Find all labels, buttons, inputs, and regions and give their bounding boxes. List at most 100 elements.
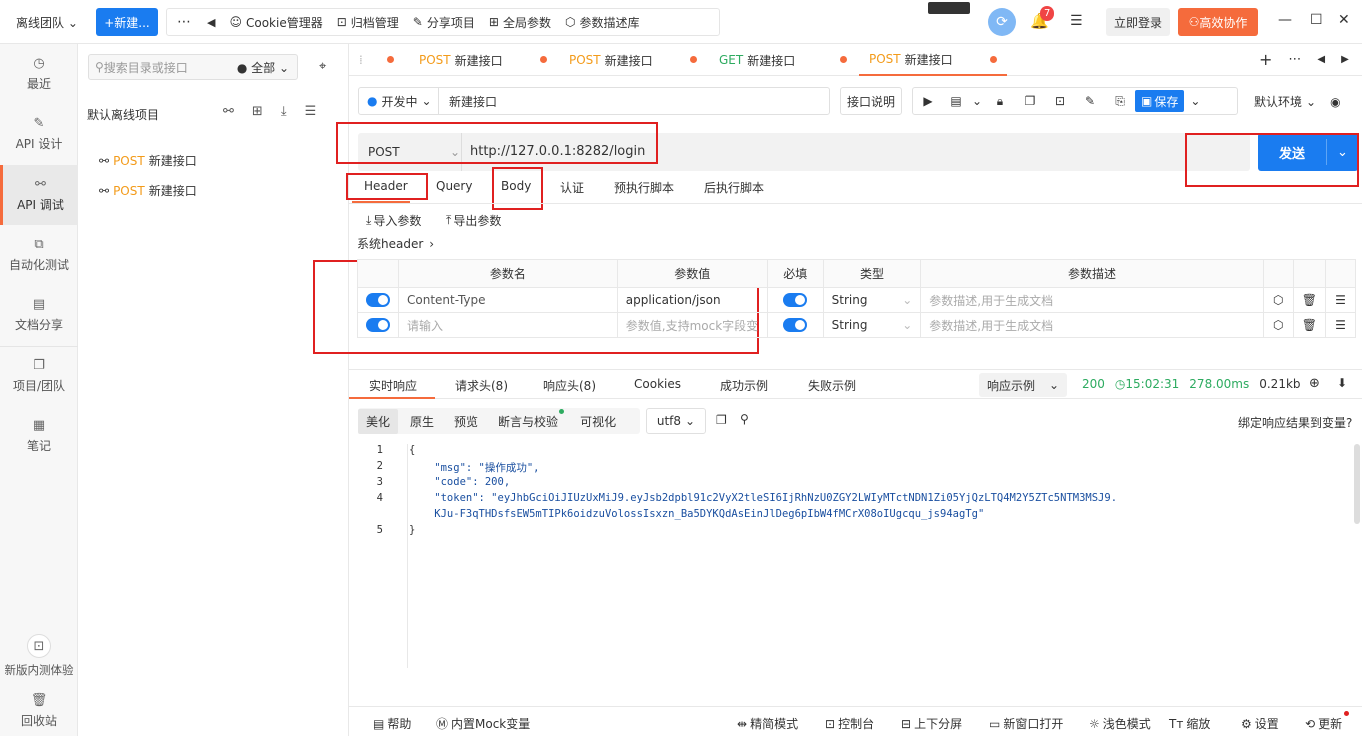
new-window-button[interactable]: ▭ 新窗口打开 xyxy=(989,715,1063,732)
eye-icon[interactable]: ◉ xyxy=(1330,95,1340,109)
format-icon[interactable]: ⊡ xyxy=(1045,94,1075,108)
system-header[interactable]: 系统header › xyxy=(357,235,434,252)
tab-request-headers[interactable]: 请求头(8) xyxy=(455,377,508,394)
split-button[interactable]: ⊟ 上下分屏 xyxy=(901,715,962,732)
drag-icon[interactable]: ☰ xyxy=(1324,287,1357,313)
sync-icon[interactable]: ⟳ xyxy=(988,8,1016,36)
prev-tab-icon[interactable]: ◀ xyxy=(1317,54,1325,65)
import-params[interactable]: ⤓ 导入参数 xyxy=(366,212,421,229)
tab-body[interactable]: Body xyxy=(501,179,531,193)
copy-icon[interactable]: ❐ xyxy=(716,413,727,427)
locate-icon[interactable]: ⌖ xyxy=(319,59,326,74)
copy-icon[interactable]: ❐ xyxy=(1015,94,1045,108)
nav-api-design[interactable]: ✎ API 设计 xyxy=(0,104,78,164)
update-button[interactable]: ⟲ 更新 xyxy=(1305,715,1342,732)
mock-vars-button[interactable]: Ⓜ 内置Mock变量 xyxy=(436,715,530,732)
response-body[interactable]: 1 2 3 4 5 { "msg": "操作成功", "code": 200, … xyxy=(349,440,1362,700)
search-input[interactable]: ⚲ 搜索目录或接口 ● 全部 ⌄ xyxy=(88,54,298,80)
close-icon[interactable]: ✕ xyxy=(1338,12,1350,28)
nav-api-debug[interactable]: ⚯ API 调试 xyxy=(0,165,78,225)
status-select[interactable]: ● 开发中 ⌄ xyxy=(359,88,439,114)
tab-fail-example[interactable]: 失败示例 xyxy=(808,377,856,394)
doc-button[interactable]: 接口说明 xyxy=(840,87,902,115)
notes-icon[interactable]: ☰ xyxy=(1070,13,1083,29)
view-beautify[interactable]: 美化 xyxy=(358,408,399,434)
tab-pre-script[interactable]: 预执行脚本 xyxy=(614,179,674,196)
tab-realtime[interactable]: 实时响应 xyxy=(369,377,417,394)
collapse-icon[interactable]: ☰ xyxy=(305,104,317,119)
tree-item[interactable]: ⚯ POST 新建接口 xyxy=(99,182,197,199)
tab-request[interactable]: POST 新建接口 xyxy=(559,44,707,76)
view-assert[interactable]: 断言与校验 xyxy=(498,408,565,430)
nav-project-team[interactable]: ❐ 项目/团队 xyxy=(0,346,78,406)
view-visual[interactable]: 可视化 xyxy=(580,413,616,430)
global-params[interactable]: ⊞ 全局参数 xyxy=(489,14,551,31)
nav-recent[interactable]: ◷ 最近 xyxy=(0,44,78,104)
request-name-input[interactable]: 新建接口 xyxy=(439,93,497,110)
env-select[interactable]: 默认环境 ⌄ ◉ xyxy=(1254,93,1341,110)
param-desc[interactable]: 参数描述,用于生成文档 xyxy=(920,312,1264,338)
trash-icon[interactable]: 🗑 xyxy=(1292,287,1326,313)
tab-query[interactable]: Query xyxy=(436,179,472,193)
export-params[interactable]: ⤒ 导出参数 xyxy=(446,212,501,229)
trash-icon[interactable]: 🗑 xyxy=(1292,312,1326,338)
cube-icon[interactable]: ⬡ xyxy=(1262,287,1294,313)
add-api-icon[interactable]: ⚯ xyxy=(223,104,234,119)
tab-request[interactable]: GET 新建接口 xyxy=(709,44,857,76)
next-tab-icon[interactable]: ▶ xyxy=(1341,54,1349,65)
code-icon[interactable]: ▤ xyxy=(943,94,969,108)
cube-icon[interactable]: ⬡ xyxy=(1262,312,1294,338)
required-toggle[interactable] xyxy=(766,287,824,313)
team-selector[interactable]: 离线团队 ⌄ xyxy=(16,14,78,31)
chevron-down-icon[interactable]: ⌄ xyxy=(1184,94,1206,108)
share-project[interactable]: ✎ 分享项目 xyxy=(413,14,475,31)
tab-header[interactable]: Header xyxy=(364,179,408,193)
scrollbar[interactable] xyxy=(1354,444,1360,524)
required-toggle[interactable] xyxy=(766,312,824,338)
enable-toggle[interactable] xyxy=(357,287,399,313)
enable-toggle[interactable] xyxy=(357,312,399,338)
bind-variable-link[interactable]: 绑定响应结果到变量? xyxy=(1238,414,1352,431)
tab-success-example[interactable]: 成功示例 xyxy=(720,377,768,394)
type-select[interactable]: String ⌄ xyxy=(822,312,922,338)
view-preview[interactable]: 预览 xyxy=(454,413,478,430)
type-select[interactable]: String ⌄ xyxy=(822,287,922,313)
globe-icon[interactable]: ⊕ xyxy=(1309,376,1320,391)
tab-post-script[interactable]: 后执行脚本 xyxy=(704,179,764,196)
nav-notes[interactable]: ▦ 笔记 xyxy=(0,406,78,466)
console-button[interactable]: ⊡ 控制台 xyxy=(825,715,874,732)
drag-icon[interactable]: ☰ xyxy=(1324,312,1357,338)
help-button[interactable]: ▤ 帮助 xyxy=(373,715,411,732)
new-folder-icon[interactable]: ⊞ xyxy=(252,104,263,119)
param-desc[interactable]: 参数描述,用于生成文档 xyxy=(920,287,1264,313)
share-icon[interactable]: ✎ xyxy=(1075,94,1105,108)
zoom-button[interactable]: Tт 缩放 xyxy=(1169,715,1210,732)
new-button[interactable]: +新建... xyxy=(96,8,158,36)
cookie-manager[interactable]: ☺ Cookie管理器 xyxy=(229,14,322,31)
nav-trash[interactable]: 🗑 回收站 xyxy=(0,686,78,736)
login-button[interactable]: 立即登录 xyxy=(1106,8,1170,36)
nav-beta[interactable]: ⊡ 新版内测体验 xyxy=(0,626,78,686)
light-mode-button[interactable]: ☼ 浅色模式 xyxy=(1089,715,1151,732)
param-name[interactable]: Content-Type xyxy=(398,287,618,313)
view-raw[interactable]: 原生 xyxy=(410,413,434,430)
import-icon[interactable]: ⎘ xyxy=(1105,94,1135,109)
save-button[interactable]: ▣ 保存 xyxy=(1135,90,1185,112)
param-value[interactable]: 参数值,支持mock字段变 xyxy=(616,312,768,338)
lock-icon[interactable]: 🔒︎ xyxy=(985,94,1015,109)
play-icon[interactable]: ▶ xyxy=(913,94,943,108)
add-tab-icon[interactable]: + xyxy=(1259,50,1272,69)
tab-auth[interactable]: 认证 xyxy=(560,179,584,196)
maximize-icon[interactable]: ☐ xyxy=(1310,12,1323,28)
param-desc-lib[interactable]: ⬡ 参数描述库 xyxy=(565,14,640,31)
more-icon[interactable]: ⋯ xyxy=(177,14,191,30)
compact-mode-button[interactable]: ⇹ 精简模式 xyxy=(737,715,798,732)
param-value[interactable]: application/json xyxy=(616,287,768,313)
tab-request-active[interactable]: POST 新建接口 xyxy=(859,44,1007,76)
tab-partial[interactable]: ⁞ xyxy=(349,44,404,76)
back-icon[interactable]: ◀ xyxy=(207,16,215,29)
example-select[interactable]: 响应示例 ⌄ xyxy=(979,373,1067,397)
more-tabs-icon[interactable]: ⋯ xyxy=(1288,52,1301,67)
download-icon[interactable]: ⤓ xyxy=(281,104,287,119)
param-name[interactable]: 请输入 xyxy=(398,312,618,338)
